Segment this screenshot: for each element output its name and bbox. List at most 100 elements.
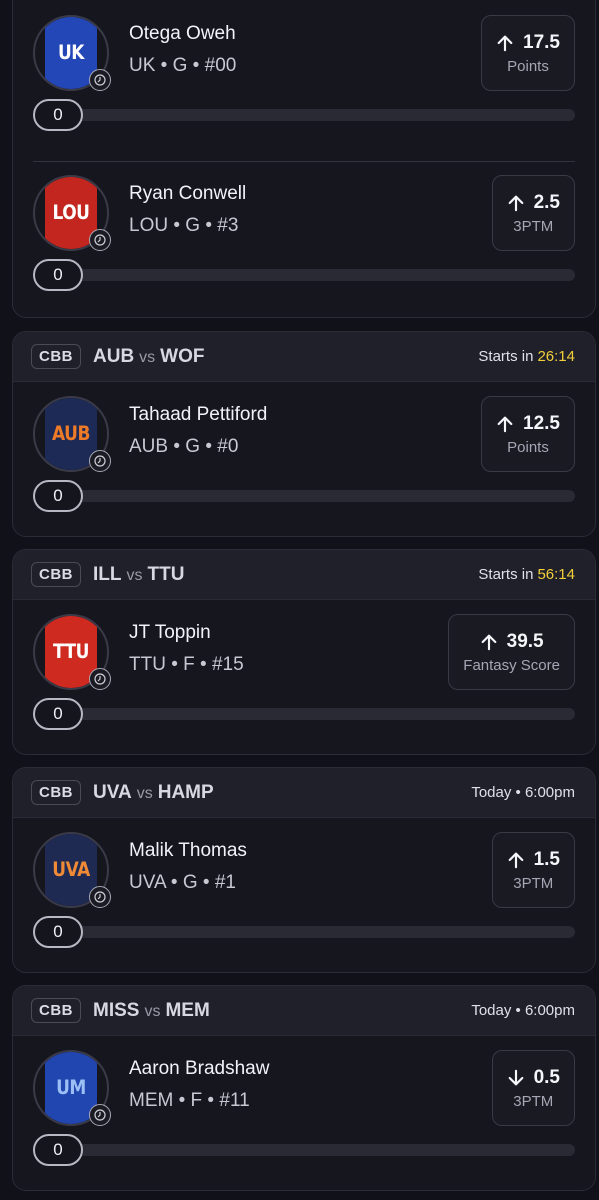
clock-icon (89, 450, 111, 472)
player-meta: MEM • F • #11 (129, 1090, 250, 1112)
arrow-up-icon (507, 851, 534, 869)
player-name: Otega Oweh (129, 23, 236, 44)
team-b: HAMP (157, 781, 214, 803)
clock-icon (89, 229, 111, 251)
prop-line: 0.5 (507, 1067, 560, 1089)
league-badge: CBB (31, 780, 81, 805)
meta-separator: • (155, 55, 173, 76)
progress-value: 0 (33, 698, 83, 730)
meta-team: UVA (129, 872, 166, 893)
card-body: UM Aaron Bradshaw MEM • F • #11 0.5 3PTM 0 (13, 1036, 595, 1190)
jersey-label: UK (58, 41, 84, 65)
arrow-down-icon (507, 1069, 534, 1087)
meta-separator: • (168, 436, 186, 457)
prop-value: 1.5 (533, 848, 560, 870)
clock-icon (89, 1104, 111, 1126)
game-card: CBB AUB vs WOF Starts in 26:14 AUB Tahaad Petti… (12, 331, 596, 537)
arrow-up-icon (507, 194, 534, 212)
player-name: Ryan Conwell (129, 183, 247, 204)
player-meta: LOU • G • #3 (129, 215, 238, 237)
clock-icon (89, 69, 111, 91)
progress-track (53, 109, 575, 121)
player-row[interactable]: LOU Ryan Conwell LOU • G • #3 2.5 3PTM 0 (13, 161, 595, 317)
prop-stat: Points (507, 57, 549, 75)
meta-separator: • (165, 872, 183, 893)
prop-stat: 3PTM (513, 1092, 554, 1110)
player-row[interactable]: TTU JT Toppin TTU • F • #15 39.5 Fantasy Sco… (13, 600, 595, 754)
prop-value: 17.5 (523, 31, 560, 53)
vs-label: vs (136, 784, 153, 802)
arrow-up-icon (480, 633, 507, 651)
prop-line-button[interactable]: 2.5 3PTM (491, 175, 575, 251)
prop-line: 39.5 (480, 631, 544, 653)
player-row[interactable]: UK Otega Oweh UK • G • #00 17.5 Points 0 (13, 1, 595, 161)
prop-line-button[interactable]: 39.5 Fantasy Score (448, 614, 575, 690)
vs-label: vs (144, 1002, 161, 1020)
meta-separator: • (168, 215, 186, 236)
meta-number: #15 (211, 654, 244, 675)
prop-line: 1.5 (507, 849, 560, 871)
team-b: MEM (165, 999, 210, 1021)
arrow-up-icon (496, 415, 523, 433)
game-time: Starts in 26:14 (478, 348, 575, 365)
meta-team: UK (129, 55, 156, 76)
meta-separator: • (165, 654, 184, 675)
meta-separator: • (200, 215, 218, 236)
jersey-label: UVA (52, 858, 90, 882)
game-header: CBB ILL vs TTU Starts in 56:14 (13, 550, 595, 600)
player-name: Aaron Bradshaw (129, 1058, 270, 1079)
prop-stat: Points (507, 438, 549, 456)
meta-separator: • (187, 55, 205, 76)
game-card: CBB ILL vs TTU Starts in 56:14 TTU JT Toppin TTU… (12, 549, 596, 755)
meta-number: #1 (214, 872, 236, 893)
prop-line-button[interactable]: 12.5 Points (481, 396, 575, 472)
player-meta: TTU • F • #15 (129, 654, 244, 676)
player-row[interactable]: UM Aaron Bradshaw MEM • F • #11 0.5 3PTM 0 (13, 1036, 595, 1190)
matchup: MISS vs MEM (93, 1000, 210, 1022)
player-row[interactable]: UVA Malik Thomas UVA • G • #1 1.5 3PTM 0 (13, 818, 595, 972)
progress-value: 0 (33, 259, 83, 291)
prop-line-button[interactable]: 0.5 3PTM (491, 1050, 575, 1126)
player-name: Malik Thomas (129, 840, 247, 861)
time-prefix: Today • 6:00pm (471, 1002, 575, 1019)
progress-track (53, 269, 575, 281)
team-a: UVA (93, 781, 132, 803)
prop-line: 12.5 (496, 413, 560, 435)
meta-team: TTU (129, 654, 166, 675)
player-meta: UVA • G • #1 (129, 872, 236, 894)
meta-separator: • (200, 436, 218, 457)
countdown-timer: 56:14 (537, 566, 575, 583)
prop-line-button[interactable]: 1.5 3PTM (491, 832, 575, 908)
jersey-label: AUB (52, 422, 90, 446)
progress-value: 0 (33, 99, 83, 131)
team-a: ILL (93, 563, 122, 585)
card-body: UK Otega Oweh UK • G • #00 17.5 Points 0 LOU Ry… (13, 0, 595, 317)
jersey-label: TTU (53, 640, 89, 664)
prop-line: 17.5 (496, 32, 560, 54)
card-body: TTU JT Toppin TTU • F • #15 39.5 Fantasy Sco… (13, 600, 595, 754)
progress-bar: 0 (33, 698, 575, 730)
progress-track (53, 1144, 575, 1156)
meta-separator: • (197, 872, 215, 893)
league-badge: CBB (31, 998, 81, 1023)
time-prefix: Starts in (478, 348, 534, 365)
vs-label: vs (139, 348, 156, 366)
game-time: Today • 6:00pm (471, 1002, 575, 1019)
matchup: ILL vs TTU (93, 564, 184, 586)
player-row[interactable]: AUB Tahaad Pettiford AUB • G • #0 12.5 Point… (13, 382, 595, 536)
progress-track (53, 490, 575, 502)
meta-number: #3 (217, 215, 239, 236)
meta-position: F (190, 1090, 203, 1111)
progress-bar: 0 (33, 480, 575, 512)
player-meta: AUB • G • #0 (129, 436, 238, 458)
prop-line-button[interactable]: 17.5 Points (481, 15, 575, 91)
game-time: Starts in 56:14 (478, 566, 575, 583)
meta-position: G (185, 436, 201, 457)
player-meta: UK • G • #00 (129, 55, 236, 77)
prop-value: 39.5 (506, 630, 544, 652)
prop-stat: 3PTM (513, 217, 554, 235)
card-body: UVA Malik Thomas UVA • G • #1 1.5 3PTM 0 (13, 818, 595, 972)
progress-value: 0 (33, 480, 83, 512)
game-card: UK Otega Oweh UK • G • #00 17.5 Points 0 LOU Ry… (12, 0, 596, 318)
progress-track (53, 926, 575, 938)
